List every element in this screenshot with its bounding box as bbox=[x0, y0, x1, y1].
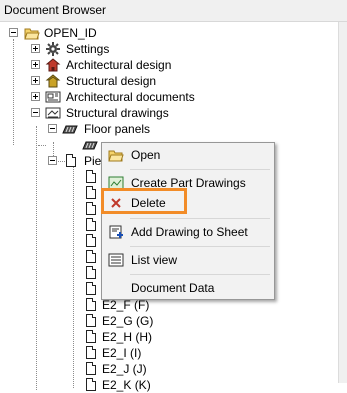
document-icon bbox=[86, 298, 96, 311]
tree-node-piece[interactable]: E2_G (G) bbox=[0, 313, 300, 329]
tree-node-label: Settings bbox=[66, 42, 110, 56]
menu-item-label: Add Drawing to Sheet bbox=[131, 225, 248, 239]
floor-panel-icon bbox=[62, 125, 78, 134]
document-icon bbox=[86, 266, 96, 279]
house-icon bbox=[45, 58, 61, 72]
menu-separator bbox=[130, 274, 270, 275]
tree-node-label: OPEN_ID bbox=[44, 26, 97, 40]
collapse-toggle[interactable] bbox=[48, 156, 57, 165]
tree-node-label: Architectural design bbox=[66, 58, 172, 72]
tree-node-piece[interactable] bbox=[0, 249, 100, 265]
tree-node-piece[interactable] bbox=[0, 265, 100, 281]
drawing-sheet-icon bbox=[45, 91, 61, 103]
context-menu: Open Create Part Drawings Delete Add Dra… bbox=[101, 142, 275, 300]
menu-item-document-data[interactable]: Document Data bbox=[102, 277, 274, 299]
tree-node-label: Architectural documents bbox=[66, 90, 195, 104]
menu-separator bbox=[130, 246, 270, 247]
tree-node-structural-design[interactable]: Structural design bbox=[0, 73, 340, 89]
tree-node-floor-panel-item[interactable] bbox=[0, 137, 100, 153]
add-to-sheet-icon bbox=[109, 225, 123, 239]
expand-toggle[interactable] bbox=[31, 44, 40, 53]
menu-item-list-view[interactable]: List view bbox=[102, 249, 274, 271]
tree-node-pieces[interactable]: Piec bbox=[0, 153, 107, 169]
expand-toggle[interactable] bbox=[31, 60, 40, 69]
tree-node-architectural-design[interactable]: Architectural design bbox=[0, 57, 340, 73]
menu-separator bbox=[130, 169, 270, 170]
tree-node-label: Structural design bbox=[66, 74, 157, 88]
document-icon bbox=[86, 250, 96, 263]
floor-panel-icon bbox=[82, 141, 98, 150]
tree-node-piece[interactable] bbox=[0, 281, 100, 297]
document-icon bbox=[86, 330, 96, 343]
tree-node-piece[interactable] bbox=[0, 201, 100, 217]
tree-node-architectural-documents[interactable]: Architectural documents bbox=[0, 89, 340, 105]
tree-node-label: Structural drawings bbox=[66, 106, 169, 120]
collapse-toggle[interactable] bbox=[31, 108, 40, 117]
menu-item-label: Open bbox=[131, 148, 161, 162]
document-icon bbox=[86, 202, 96, 215]
delete-highlight-box bbox=[101, 188, 187, 214]
menu-item-label: Document Data bbox=[131, 281, 215, 295]
gear-icon bbox=[46, 42, 60, 56]
menu-item-label: List view bbox=[131, 253, 178, 267]
document-icon bbox=[86, 346, 96, 359]
document-icon bbox=[86, 170, 96, 183]
tree-node-piece[interactable] bbox=[0, 169, 100, 185]
menu-separator bbox=[130, 218, 270, 219]
menu-item-open[interactable]: Open bbox=[102, 144, 274, 166]
tree-node-floor-panels[interactable]: Floor panels bbox=[0, 121, 340, 137]
document-icon bbox=[66, 154, 76, 167]
document-icon bbox=[86, 234, 96, 247]
tree-node-settings[interactable]: Settings bbox=[0, 41, 340, 57]
document-icon bbox=[86, 218, 96, 231]
tree-node-piece[interactable] bbox=[0, 185, 100, 201]
vertical-scrollbar[interactable] bbox=[338, 22, 347, 383]
tree-node-piece[interactable]: E2_K (K) bbox=[0, 377, 300, 393]
structure-icon bbox=[45, 74, 61, 88]
tree-node-piece[interactable]: E2_H (H) bbox=[0, 329, 300, 345]
document-icon bbox=[86, 362, 96, 375]
document-icon bbox=[86, 378, 96, 391]
document-icon bbox=[86, 282, 96, 295]
open-folder-icon bbox=[108, 150, 124, 162]
tree-node-label: E2_K (K) bbox=[102, 378, 151, 392]
collapse-toggle[interactable] bbox=[48, 124, 57, 133]
tree-node-structural-drawings[interactable]: Structural drawings bbox=[0, 105, 340, 121]
list-view-icon bbox=[108, 253, 124, 267]
window-title: Document Browser bbox=[0, 0, 347, 22]
drawing-sheet-icon bbox=[45, 107, 61, 119]
open-folder-icon bbox=[24, 28, 40, 40]
menu-item-add-drawing-to-sheet[interactable]: Add Drawing to Sheet bbox=[102, 221, 274, 243]
document-icon bbox=[86, 314, 96, 327]
tree-node-label: E2_I (I) bbox=[102, 346, 142, 360]
document-icon bbox=[86, 186, 96, 199]
tree-node-label: E2_J (J) bbox=[102, 362, 147, 376]
expand-toggle[interactable] bbox=[31, 76, 40, 85]
tree-node-piece[interactable] bbox=[0, 217, 100, 233]
tree-node-root[interactable]: OPEN_ID bbox=[0, 25, 340, 41]
expand-toggle[interactable] bbox=[31, 92, 40, 101]
tree-node-piece[interactable]: E2_J (J) bbox=[0, 361, 300, 377]
tree-node-piece[interactable] bbox=[0, 233, 100, 249]
tree-node-label: E2_H (H) bbox=[102, 330, 153, 344]
tree-node-label: Floor panels bbox=[84, 122, 151, 136]
tree-node-label: E2_G (G) bbox=[102, 314, 154, 328]
collapse-toggle[interactable] bbox=[9, 28, 18, 37]
tree-node-piece[interactable]: E2_I (I) bbox=[0, 345, 300, 361]
